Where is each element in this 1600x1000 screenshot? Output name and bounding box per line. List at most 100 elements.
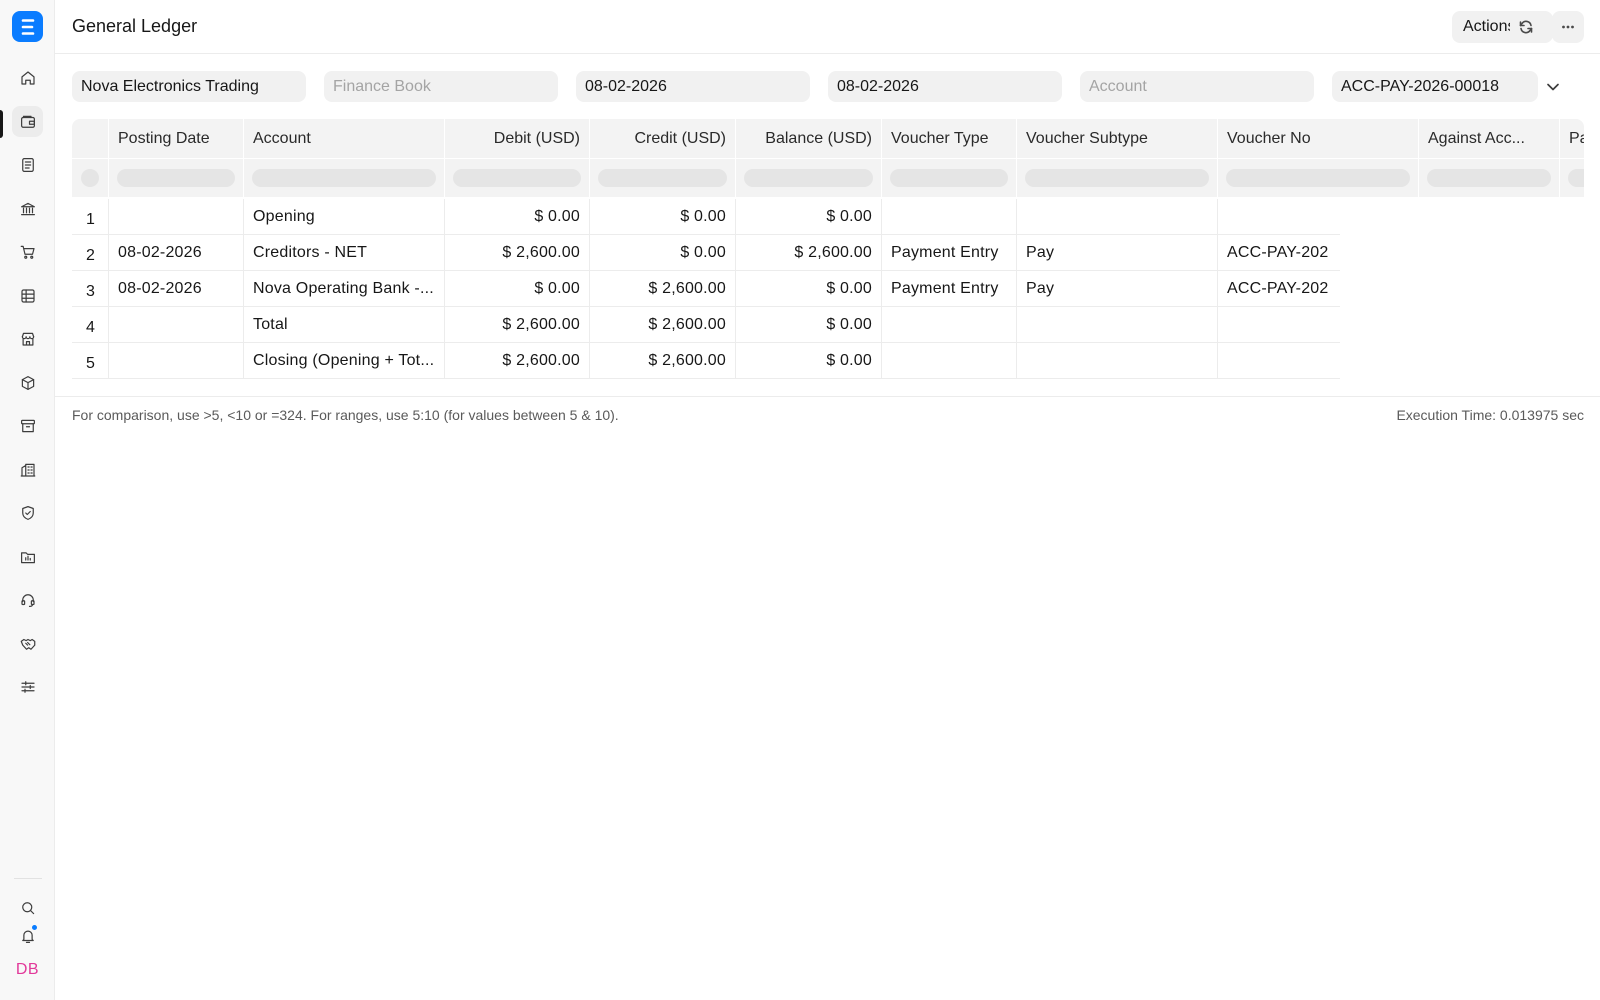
cell-debit[interactable]: $ 2,600.00 bbox=[445, 235, 590, 271]
column-header-voucher-subtype[interactable]: Voucher Subtype bbox=[1017, 119, 1218, 158]
table-row[interactable]: 4 Total $ 2,600.00 $ 2,600.00 $ 0.00 bbox=[72, 307, 1340, 343]
sidebar-item-stock[interactable] bbox=[12, 367, 43, 398]
cell-credit[interactable]: $ 2,600.00 bbox=[590, 343, 736, 379]
column-filter-input[interactable] bbox=[252, 169, 436, 187]
app-logo[interactable] bbox=[12, 11, 43, 42]
cell-voucher-type[interactable] bbox=[882, 199, 1017, 235]
cell-voucher-subtype[interactable] bbox=[1017, 307, 1218, 343]
cell-account[interactable]: Nova Operating Bank -... bbox=[244, 271, 445, 307]
column-header-debit[interactable]: Debit (USD) bbox=[445, 119, 590, 158]
column-header-row-index[interactable] bbox=[72, 119, 109, 158]
sidebar-item-crm[interactable] bbox=[12, 628, 43, 659]
cell-voucher-no[interactable] bbox=[1218, 307, 1340, 343]
cell-balance[interactable]: $ 0.00 bbox=[736, 271, 882, 307]
more-options-button[interactable] bbox=[1552, 11, 1584, 43]
cell-debit[interactable]: $ 2,600.00 bbox=[445, 343, 590, 379]
sidebar-item-projects[interactable] bbox=[12, 541, 43, 572]
cell-account[interactable]: Opening bbox=[244, 199, 445, 235]
column-filter-input[interactable] bbox=[1568, 169, 1584, 187]
column-header-party[interactable]: Par bbox=[1560, 119, 1584, 158]
from-date-filter[interactable]: 08-02-2026 bbox=[576, 71, 810, 102]
sidebar-notifications[interactable] bbox=[12, 920, 43, 951]
company-filter[interactable]: Nova Electronics Trading bbox=[72, 71, 306, 102]
sidebar-item-buying[interactable] bbox=[12, 236, 43, 267]
table-row[interactable]: 2 08-02-2026 Creditors - NET $ 2,600.00 $ 0.… bbox=[72, 235, 1340, 271]
cell-credit[interactable]: $ 0.00 bbox=[590, 199, 736, 235]
cell-debit[interactable]: $ 0.00 bbox=[445, 271, 590, 307]
voucher-no-filter[interactable]: ACC-PAY-2026-00018 bbox=[1332, 71, 1538, 102]
column-filter-input[interactable] bbox=[1025, 169, 1209, 187]
table-row[interactable]: 3 08-02-2026 Nova Operating Bank -... $ 0.0… bbox=[72, 271, 1340, 307]
cell-balance[interactable]: $ 0.00 bbox=[736, 343, 882, 379]
cell-credit[interactable]: $ 2,600.00 bbox=[590, 307, 736, 343]
cell-voucher-type[interactable]: Payment Entry bbox=[882, 235, 1017, 271]
column-filter-input[interactable] bbox=[744, 169, 873, 187]
cell-row-index[interactable]: 3 bbox=[72, 271, 109, 307]
cell-posting-date[interactable]: 08-02-2026 bbox=[109, 235, 244, 271]
cell-voucher-type[interactable]: Payment Entry bbox=[882, 271, 1017, 307]
column-header-credit[interactable]: Credit (USD) bbox=[590, 119, 736, 158]
cell-balance[interactable]: $ 0.00 bbox=[736, 307, 882, 343]
cell-row-index[interactable]: 2 bbox=[72, 235, 109, 271]
column-filter-input[interactable] bbox=[117, 169, 235, 187]
cell-debit[interactable]: $ 0.00 bbox=[445, 199, 590, 235]
cell-posting-date[interactable] bbox=[109, 307, 244, 343]
sidebar-item-quality[interactable] bbox=[12, 497, 43, 528]
cell-account[interactable]: Total bbox=[244, 307, 445, 343]
cell-voucher-no[interactable]: ACC-PAY-202 bbox=[1218, 271, 1340, 307]
sidebar-item-manufacturing[interactable] bbox=[12, 454, 43, 485]
column-filter-input[interactable] bbox=[453, 169, 581, 187]
column-header-posting-date[interactable]: Posting Date bbox=[109, 119, 244, 158]
cell-account[interactable]: Closing (Opening + Tot... bbox=[244, 343, 445, 379]
column-header-account[interactable]: Account bbox=[244, 119, 445, 158]
cell-credit[interactable]: $ 2,600.00 bbox=[590, 271, 736, 307]
sidebar-item-documents[interactable] bbox=[12, 149, 43, 180]
column-header-voucher-type[interactable]: Voucher Type bbox=[882, 119, 1017, 158]
column-header-balance[interactable]: Balance (USD) bbox=[736, 119, 882, 158]
account-filter[interactable]: Account bbox=[1080, 71, 1314, 102]
cell-debit[interactable]: $ 2,600.00 bbox=[445, 307, 590, 343]
table-row[interactable]: 1 Opening $ 0.00 $ 0.00 $ 0.00 bbox=[72, 199, 1340, 235]
cell-voucher-subtype[interactable]: Pay bbox=[1017, 271, 1218, 307]
cell-voucher-no[interactable] bbox=[1218, 199, 1340, 235]
cell-posting-date[interactable]: 08-02-2026 bbox=[109, 271, 244, 307]
cell-row-index[interactable]: 5 bbox=[72, 343, 109, 379]
to-date-filter[interactable]: 08-02-2026 bbox=[828, 71, 1062, 102]
user-avatar[interactable]: DB bbox=[12, 957, 43, 983]
more-filters-toggle[interactable] bbox=[1544, 78, 1562, 96]
cell-row-index[interactable]: 4 bbox=[72, 307, 109, 343]
cell-voucher-type[interactable] bbox=[882, 307, 1017, 343]
column-filter-input[interactable] bbox=[1226, 169, 1410, 187]
sidebar-item-store[interactable] bbox=[12, 323, 43, 354]
cell-row-index[interactable]: 1 bbox=[72, 199, 109, 235]
column-filter-input[interactable] bbox=[890, 169, 1008, 187]
cell-voucher-subtype[interactable] bbox=[1017, 343, 1218, 379]
sidebar-item-support[interactable] bbox=[12, 584, 43, 615]
cell-credit[interactable]: $ 0.00 bbox=[590, 235, 736, 271]
cell-posting-date[interactable] bbox=[109, 343, 244, 379]
column-filter-input[interactable] bbox=[598, 169, 727, 187]
cell-balance[interactable]: $ 2,600.00 bbox=[736, 235, 882, 271]
cell-voucher-no[interactable]: ACC-PAY-202 bbox=[1218, 235, 1340, 271]
sidebar-item-settings[interactable] bbox=[12, 671, 43, 702]
column-header-against-account[interactable]: Against Acc... bbox=[1419, 119, 1560, 158]
cell-voucher-subtype[interactable]: Pay bbox=[1017, 235, 1218, 271]
finance-book-filter[interactable]: Finance Book bbox=[324, 71, 558, 102]
cell-voucher-subtype[interactable] bbox=[1017, 199, 1218, 235]
sidebar-item-assets[interactable] bbox=[12, 410, 43, 441]
sidebar-item-reports[interactable] bbox=[12, 280, 43, 311]
cell-balance[interactable]: $ 0.00 bbox=[736, 199, 882, 235]
column-header-voucher-no[interactable]: Voucher No bbox=[1218, 119, 1419, 158]
cell-posting-date[interactable] bbox=[109, 199, 244, 235]
cell-voucher-no[interactable] bbox=[1218, 343, 1340, 379]
table-row[interactable]: 5 Closing (Opening + Tot... $ 2,600.00 $ 2,… bbox=[72, 343, 1340, 379]
sidebar-search[interactable] bbox=[12, 892, 43, 923]
select-all-checkbox[interactable] bbox=[81, 169, 99, 187]
sidebar-item-bank[interactable] bbox=[12, 193, 43, 224]
column-filter-input[interactable] bbox=[1427, 169, 1551, 187]
cell-account[interactable]: Creditors - NET bbox=[244, 235, 445, 271]
cell-voucher-type[interactable] bbox=[882, 343, 1017, 379]
refresh-button[interactable] bbox=[1510, 11, 1542, 43]
sidebar-item-accounting[interactable] bbox=[12, 106, 43, 137]
sidebar-item-home[interactable] bbox=[12, 62, 43, 93]
